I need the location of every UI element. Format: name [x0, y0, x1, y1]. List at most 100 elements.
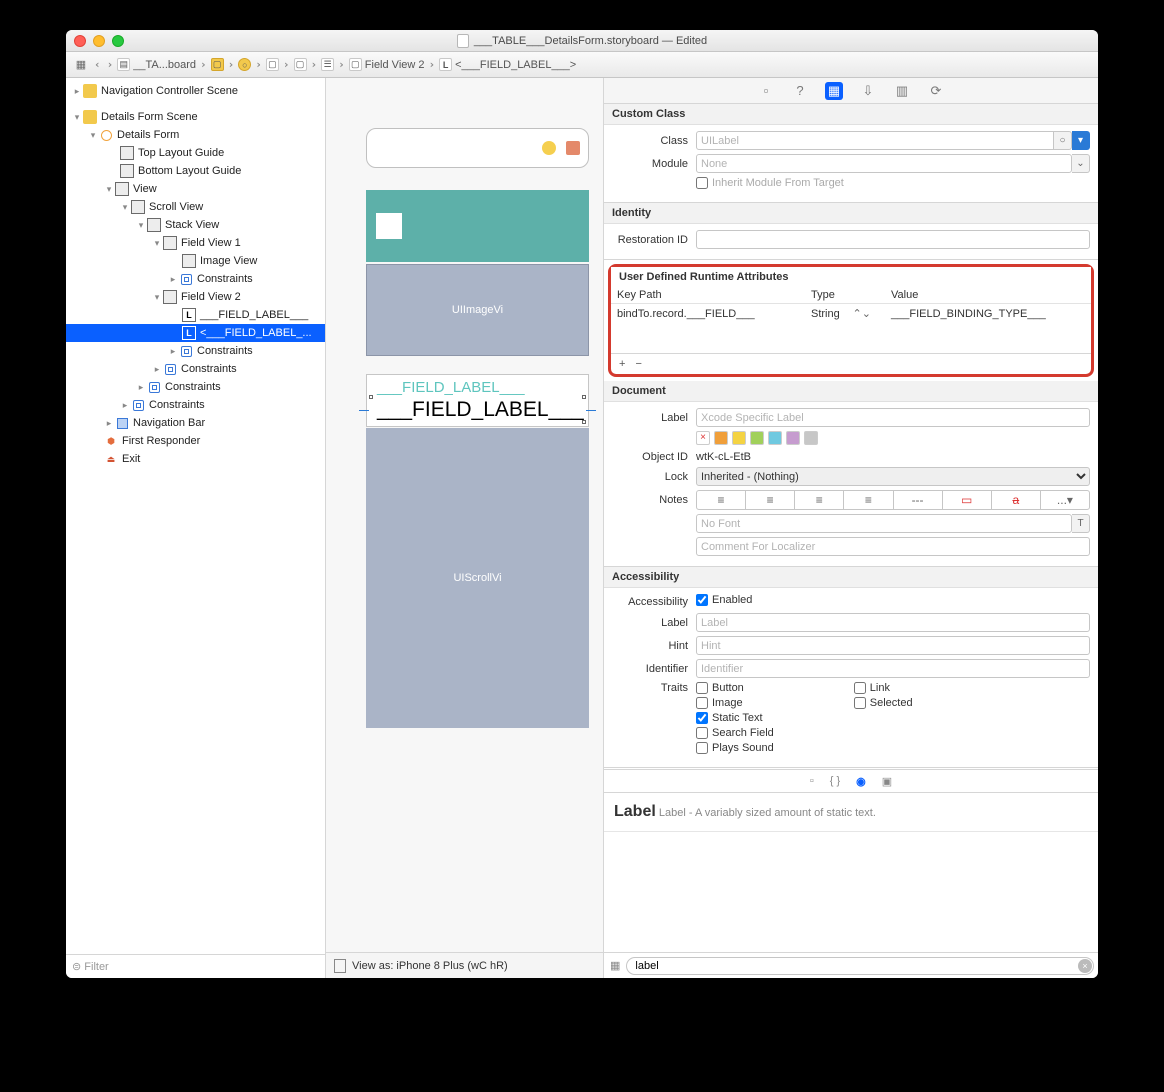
localizer-comment-input[interactable] [696, 537, 1090, 556]
size-inspector-tab-icon[interactable]: ▥ [893, 82, 911, 100]
canvas-fieldview[interactable]: ___FIELD_LABEL___ ___FIELD_LABEL___ [366, 374, 589, 427]
outline-scene[interactable]: ▸Navigation Controller Scene [66, 82, 325, 100]
trait-link-checkbox[interactable]: Link [854, 682, 913, 694]
acc-hint-input[interactable] [696, 636, 1090, 655]
nav-forward-icon[interactable]: › [107, 58, 114, 71]
library-search-input[interactable] [626, 957, 1094, 975]
outline-imageview[interactable]: Image View [66, 252, 325, 270]
attributes-inspector-tab-icon[interactable]: ⇩ [859, 82, 877, 100]
column-header[interactable]: Key Path [617, 289, 811, 301]
dropdown-icon[interactable]: ▾ [1072, 131, 1090, 150]
device-config-icon[interactable] [334, 959, 346, 973]
code-snippet-tab-icon[interactable]: { } [830, 775, 840, 787]
crumb-view1[interactable]: ▢ [266, 58, 279, 71]
outline-fieldview1[interactable]: ▾Field View 1 [66, 234, 325, 252]
media-library-tab-icon[interactable]: ▣ [882, 775, 892, 788]
outline-viewcontroller[interactable]: ▾Details Form [66, 126, 325, 144]
outline-tree[interactable]: ▸Navigation Controller Scene ▾Details Fo… [66, 78, 325, 954]
outline-constraints[interactable]: ▸Constraints [66, 270, 325, 288]
related-items-icon[interactable]: ▦ [72, 56, 90, 74]
outline-constraints[interactable]: ▸Constraints [66, 378, 325, 396]
outline-label[interactable]: L___FIELD_LABEL___ [66, 306, 325, 324]
outline-exit[interactable]: ⏏Exit [66, 450, 325, 468]
restoration-id-input[interactable] [696, 230, 1090, 249]
color-swatch[interactable] [714, 431, 728, 445]
canvas-navbar-item[interactable] [376, 213, 402, 239]
color-swatch[interactable] [768, 431, 782, 445]
trait-selected-checkbox[interactable]: Selected [854, 697, 913, 709]
dropdown-icon[interactable]: ⌄ [1072, 154, 1090, 173]
file-inspector-tab-icon[interactable]: ▫ [757, 82, 775, 100]
value-cell[interactable]: ___FIELD_BINDING_TYPE___ [891, 308, 1085, 320]
color-swatch[interactable] [786, 431, 800, 445]
outline-label-selected[interactable]: L<___FIELD_LABEL_... [66, 324, 325, 342]
nav-back-icon[interactable]: ‹ [94, 58, 101, 71]
column-header[interactable]: Type [811, 289, 891, 301]
outline-fieldview2[interactable]: ▾Field View 2 [66, 288, 325, 306]
outline-constraints[interactable]: ▸Constraints [66, 360, 325, 378]
notes-font-input[interactable] [696, 514, 1072, 533]
canvas-navbar[interactable] [366, 190, 589, 262]
outline-constraints[interactable]: ▸Constraints [66, 342, 325, 360]
color-swatch[interactable] [750, 431, 764, 445]
notes-alignment-segmented[interactable]: ≡≡≡≡---▭a...▾ [696, 490, 1090, 510]
dock-firstresponder-icon[interactable] [566, 141, 580, 155]
outline-constraints[interactable]: ▸Constraints [66, 396, 325, 414]
color-swatch[interactable] [804, 431, 818, 445]
canvas-label[interactable]: ___FIELD_LABEL___ [367, 379, 588, 396]
titlebar[interactable]: ___TABLE___DetailsForm.storyboard — Edit… [66, 30, 1098, 52]
dock-viewcontroller-icon[interactable] [542, 141, 556, 155]
outline-bottom-guide[interactable]: Bottom Layout Guide [66, 162, 325, 180]
outline-top-guide[interactable]: Top Layout Guide [66, 144, 325, 162]
crumb-view2[interactable]: ▢ [294, 58, 307, 71]
remove-attribute-icon[interactable]: − [635, 358, 641, 370]
object-library-tab-icon[interactable]: ◉ [856, 775, 866, 788]
acc-label-input[interactable] [696, 613, 1090, 632]
identity-inspector-tab-icon[interactable]: ▦ [825, 82, 843, 100]
outline-scrollview[interactable]: ▾Scroll View [66, 198, 325, 216]
file-template-tab-icon[interactable]: ▫ [810, 775, 814, 787]
inherit-module-checkbox[interactable]: Inherit Module From Target [696, 177, 844, 189]
doc-label-input[interactable] [696, 408, 1090, 427]
class-input[interactable] [696, 131, 1054, 150]
outline-stackview[interactable]: ▾Stack View [66, 216, 325, 234]
trait-plays-sound-checkbox[interactable]: Plays Sound [696, 742, 774, 754]
accessibility-enabled-checkbox[interactable]: Enabled [696, 594, 752, 606]
color-swatch[interactable] [732, 431, 746, 445]
crumb-scene[interactable]: ▢ [211, 58, 224, 71]
crumb-view3[interactable]: ☰ [321, 58, 334, 71]
search-clear-icon[interactable]: × [1078, 959, 1092, 973]
device-bar[interactable]: View as: iPhone 8 Plus (wC hR) [326, 952, 603, 978]
trait-search-field-checkbox[interactable]: Search Field [696, 727, 774, 739]
scene-preview[interactable]: UIImageVi ___FIELD_LABEL___ ___FIELD_LAB… [366, 128, 589, 728]
scene-dock[interactable] [366, 128, 589, 168]
runtime-attribute-row[interactable]: bindTo.record.___FIELD___ String⌃⌄ ___FI… [611, 304, 1091, 323]
quickhelp-inspector-tab-icon[interactable]: ? [791, 82, 809, 100]
trait-button-checkbox[interactable]: Button [696, 682, 774, 694]
window-close-icon[interactable] [74, 35, 86, 47]
connections-inspector-tab-icon[interactable]: ⟳ [927, 82, 945, 100]
outline-first-responder[interactable]: ⬢First Responder [66, 432, 325, 450]
outline-navbar[interactable]: ▸Navigation Bar [66, 414, 325, 432]
window-minimize-icon[interactable] [93, 35, 105, 47]
font-picker-icon[interactable]: T [1072, 514, 1090, 533]
crumb-file[interactable]: ▤__TA...board [117, 58, 196, 71]
canvas-scrollview[interactable]: UIScrollVi [366, 428, 589, 728]
canvas-imageview[interactable]: UIImageVi [366, 264, 589, 356]
color-none-icon[interactable]: × [696, 431, 710, 445]
window-zoom-icon[interactable] [112, 35, 124, 47]
library-item[interactable]: Label Label - A variably sized amount of… [604, 793, 1098, 832]
grid-view-icon[interactable]: ▦ [610, 959, 620, 972]
outline-view[interactable]: ▾View [66, 180, 325, 198]
clear-icon[interactable]: ○ [1054, 131, 1072, 150]
interface-builder-canvas[interactable]: → UIImageVi ___FIELD_LABEL___ ___FIELD_L… [326, 78, 604, 978]
view-as-label[interactable]: View as: iPhone 8 Plus (wC hR) [352, 960, 508, 972]
lock-select[interactable]: Inherited - (Nothing) [696, 467, 1090, 486]
crumb-vc[interactable]: ○ [238, 58, 251, 71]
outline-filter-bar[interactable]: ⊜ Filter [66, 954, 325, 978]
column-header[interactable]: Value [891, 289, 1085, 301]
module-input[interactable] [696, 154, 1072, 173]
type-cell[interactable]: String⌃⌄ [811, 307, 891, 320]
crumb-label[interactable]: L<___FIELD_LABEL___> [439, 58, 576, 71]
trait-image-checkbox[interactable]: Image [696, 697, 774, 709]
